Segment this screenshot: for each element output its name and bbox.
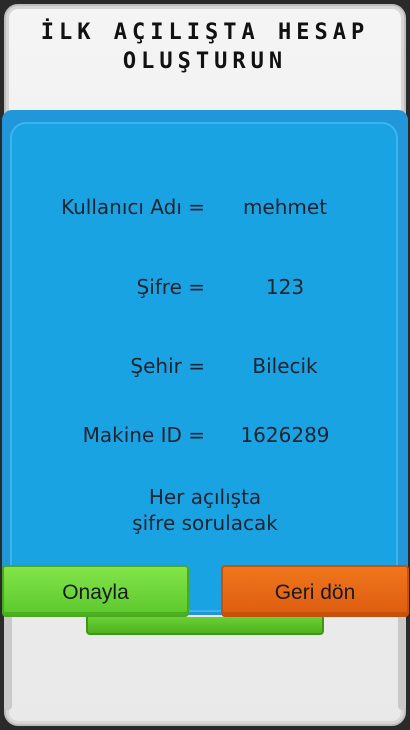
machine-id-value: 1626289	[240, 423, 330, 447]
password-label: Şifre =	[136, 275, 206, 299]
username-value: mehmet	[242, 195, 328, 219]
password-value: 123	[265, 275, 305, 299]
confirm-button[interactable]: Onayla	[2, 565, 189, 617]
username-label: Kullanıcı Adı =	[60, 195, 205, 219]
machine-id-label: Makine ID =	[82, 423, 205, 447]
screen-frame: İLK AÇILIŞTA HESAP OLUŞTURUN Kullanıcı A…	[0, 0, 410, 730]
city-label: Şehir =	[130, 354, 205, 378]
username-row: Kullanıcı Adı = mehmet	[0, 195, 410, 225]
city-value: Bilecik	[252, 354, 318, 378]
machine-id-row: Makine ID = 1626289	[0, 423, 410, 453]
city-row: Şehir = Bilecik	[0, 354, 410, 384]
page-title: İLK AÇILIŞTA HESAP OLUŞTURUN	[40, 20, 370, 74]
password-note: Her açılışta şifre sorulacak	[132, 485, 278, 535]
password-row: Şifre = 123	[0, 275, 410, 305]
back-button[interactable]: Geri dön	[221, 565, 409, 617]
green-bar-decoration	[86, 617, 324, 635]
